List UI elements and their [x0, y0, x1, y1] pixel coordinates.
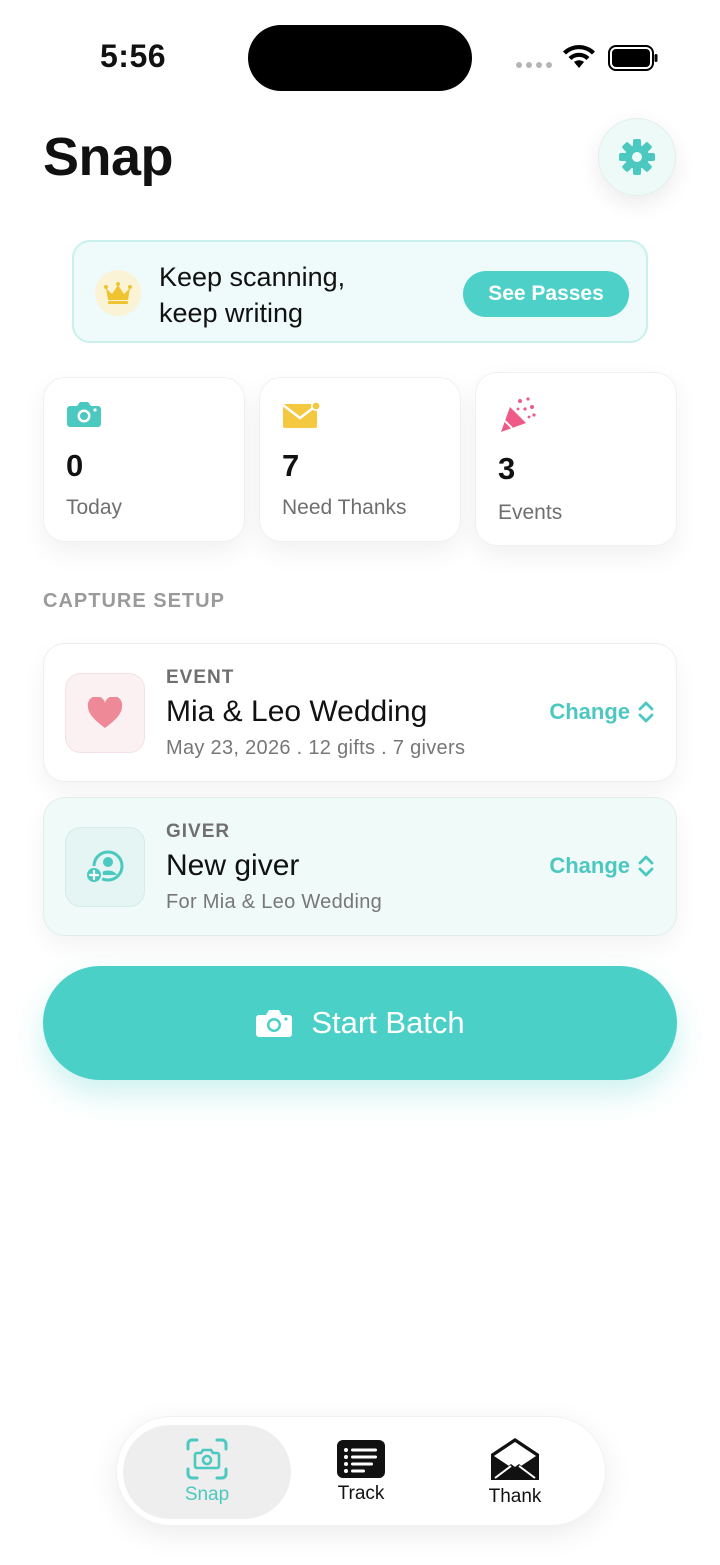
crown-icon — [104, 282, 132, 304]
tab-bar: Snap Track Thank — [116, 1416, 606, 1526]
promo-line-2: keep writing — [159, 298, 304, 328]
tab-snap[interactable]: Snap — [123, 1425, 291, 1519]
event-title: Mia & Leo Wedding — [166, 695, 428, 728]
heart-icon — [87, 697, 123, 728]
camera-viewfinder-icon — [186, 1438, 228, 1480]
event-kicker: EVENT — [166, 667, 235, 688]
stat-card-events[interactable]: 3 Events — [475, 372, 677, 546]
start-batch-button[interactable]: Start Batch — [43, 966, 677, 1080]
stat-card-need-thanks[interactable]: 7 Need Thanks — [259, 377, 461, 542]
event-details: May 23, 2026 . 12 gifts . 7 givers — [166, 737, 466, 759]
event-thumbnail — [65, 673, 145, 753]
tab-label: Thank — [488, 1486, 542, 1507]
giver-thumbnail — [65, 827, 145, 907]
stat-label: Today — [66, 496, 123, 519]
change-event-button[interactable]: Change — [549, 699, 654, 725]
section-label-capture-setup: CAPTURE SETUP — [43, 590, 225, 612]
stat-card-today[interactable]: 0 Today — [43, 377, 245, 542]
tab-thank[interactable]: Thank — [431, 1425, 599, 1519]
gear-icon — [619, 139, 655, 175]
tab-track[interactable]: Track — [277, 1425, 445, 1519]
crown-badge — [95, 270, 141, 316]
promo-message: Keep scanning, keep writing — [159, 259, 389, 331]
add-person-icon — [85, 850, 124, 884]
envelope-icon — [282, 401, 321, 428]
tab-label: Snap — [184, 1484, 230, 1505]
wifi-icon — [563, 45, 595, 68]
dynamic-island — [248, 25, 472, 91]
see-passes-button[interactable]: See Passes — [463, 271, 629, 317]
party-popper-icon — [501, 397, 536, 432]
stat-label: Events — [498, 501, 563, 524]
camera-icon — [256, 1010, 293, 1037]
settings-button[interactable] — [598, 118, 676, 196]
promo-line-1: Keep scanning, — [159, 262, 346, 292]
change-label: Change — [549, 699, 630, 724]
cellular-signal-icon — [516, 62, 552, 68]
chevron-up-down-icon — [638, 701, 654, 723]
open-envelope-icon — [491, 1438, 539, 1480]
promo-banner: Keep scanning, keep writing See Passes — [72, 240, 648, 343]
stat-value: 0 — [66, 448, 84, 483]
stat-value: 7 — [282, 448, 300, 483]
status-time: 5:56 — [100, 38, 167, 74]
tab-label: Track — [337, 1483, 385, 1504]
start-batch-label: Start Batch — [311, 1005, 465, 1040]
giver-kicker: GIVER — [166, 821, 231, 842]
camera-icon — [67, 402, 101, 427]
change-giver-button[interactable]: Change — [549, 853, 654, 879]
page-title: Snap — [43, 127, 174, 187]
event-card[interactable]: EVENT Mia & Leo Wedding May 23, 2026 . 1… — [43, 643, 677, 782]
giver-card[interactable]: GIVER New giver For Mia & Leo Wedding Ch… — [43, 797, 677, 936]
change-label: Change — [549, 853, 630, 878]
list-icon — [337, 1440, 385, 1478]
battery-icon — [608, 45, 658, 71]
giver-details: For Mia & Leo Wedding — [166, 891, 383, 913]
stat-value: 3 — [498, 451, 516, 486]
giver-title: New giver — [166, 849, 300, 882]
stat-label: Need Thanks — [282, 496, 407, 519]
chevron-up-down-icon — [638, 855, 654, 877]
